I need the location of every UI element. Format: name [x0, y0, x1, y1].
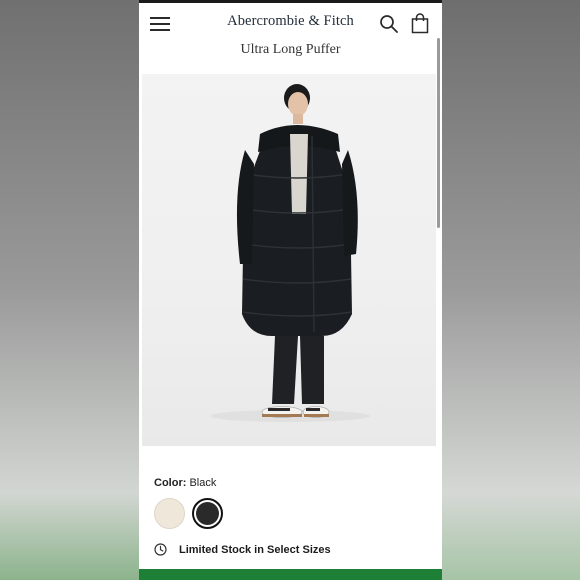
shopping-bag-icon[interactable]: [411, 13, 429, 34]
phone-screen: Abercrombie & Fitch Ultra Long Puffer Co…: [139, 0, 442, 580]
stock-status-text: Limited Stock in Select Sizes: [179, 544, 331, 556]
color-label-row: Color: Black: [154, 477, 216, 489]
add-to-bag-bar[interactable]: [139, 569, 442, 580]
scrollbar[interactable]: [437, 38, 440, 228]
hamburger-menu-icon[interactable]: [150, 16, 170, 32]
status-strip: [139, 0, 442, 3]
brand-logo[interactable]: Abercrombie & Fitch: [219, 13, 362, 30]
clock-icon: [154, 543, 167, 556]
background-left: [0, 0, 139, 580]
color-selected-value: Black: [189, 477, 217, 489]
swatch-cream[interactable]: [154, 498, 185, 529]
product-image[interactable]: [142, 74, 436, 446]
background-right: [442, 0, 580, 580]
product-title: Ultra Long Puffer: [240, 42, 341, 57]
puffer-coat-model-illustration: [210, 84, 370, 422]
search-icon[interactable]: [379, 14, 399, 34]
color-label: Color:: [154, 477, 190, 489]
swatch-black[interactable]: [192, 498, 223, 529]
